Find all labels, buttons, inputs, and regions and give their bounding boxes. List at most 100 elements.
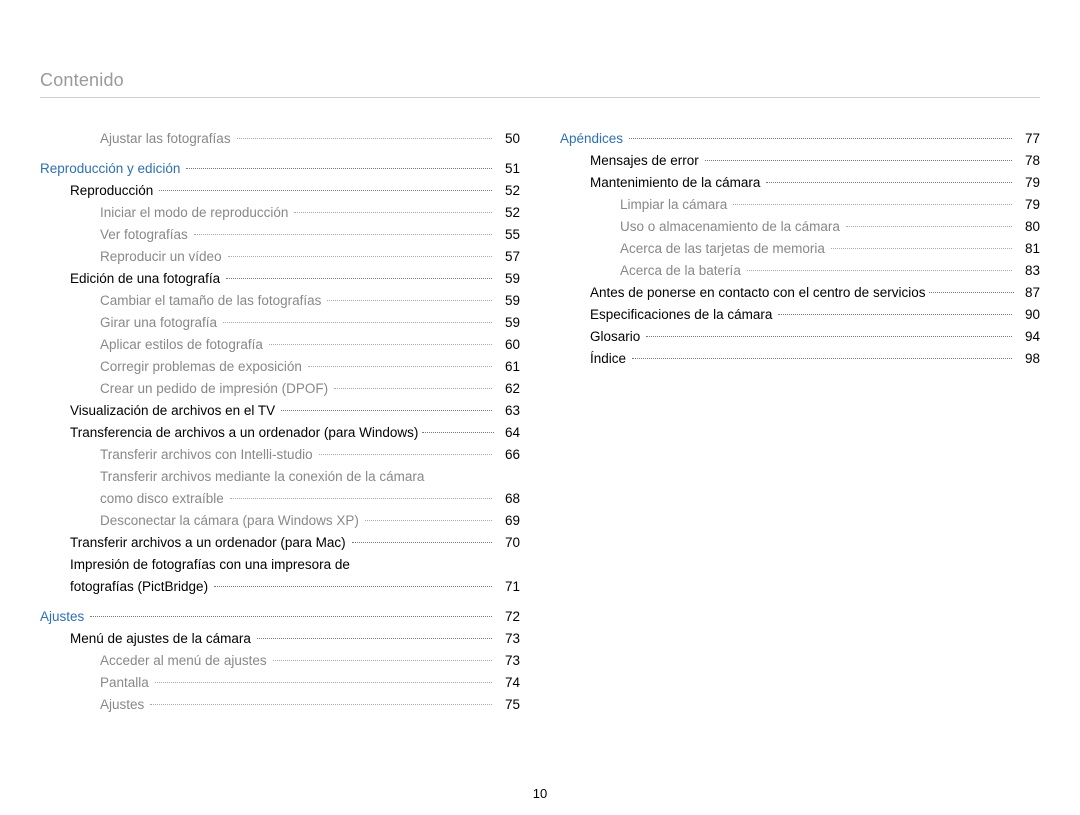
toc-label: Glosario	[590, 326, 640, 348]
toc-entry[interactable]: Aplicar estilos de fotografía 60	[40, 334, 520, 356]
toc-page-number: 87	[1018, 282, 1040, 304]
toc-page-number: 73	[498, 650, 520, 672]
toc-page-number: 70	[498, 532, 520, 554]
leader-dots	[632, 358, 1012, 359]
toc-entry[interactable]: Ajustar las fotografías50	[40, 128, 520, 150]
leader-dots	[159, 190, 492, 191]
leader-dots	[230, 498, 492, 499]
toc-entry[interactable]: Reproducción52	[40, 180, 520, 202]
toc-label: Transferir archivos con Intelli-studio	[100, 444, 313, 466]
leader-dots	[214, 586, 492, 587]
leader-dots	[929, 292, 1014, 293]
toc-page-number: 59	[498, 290, 520, 312]
toc-label: Acerca de las tarjetas de memoria	[620, 238, 825, 260]
leader-dots	[778, 314, 1012, 315]
toc-entry[interactable]: Crear un pedido de impresión (DPOF)62	[40, 378, 520, 400]
toc-section[interactable]: Ajustes 72	[40, 606, 520, 628]
toc-entry[interactable]: Transferencia de archivos a un ordenador…	[40, 422, 520, 444]
leader-dots	[257, 638, 492, 639]
toc-label: Uso o almacenamiento de la cámara	[620, 216, 840, 238]
toc-entry[interactable]: Pantalla74	[40, 672, 520, 694]
toc-entry[interactable]: Acceder al menú de ajustes73	[40, 650, 520, 672]
toc-entry[interactable]: Reproducir un vídeo57	[40, 246, 520, 268]
toc-label: Ver fotografías	[100, 224, 188, 246]
toc-entry[interactable]: Transferir archivos mediante la conexión…	[40, 466, 520, 488]
toc-entry[interactable]: Transferir archivos a un ordenador (para…	[40, 532, 520, 554]
toc-entry[interactable]: Iniciar el modo de reproducción52	[40, 202, 520, 224]
toc-entry[interactable]: Edición de una fotografía59	[40, 268, 520, 290]
toc-entry[interactable]: Mantenimiento de la cámara79	[560, 172, 1040, 194]
toc-page-number: 73	[498, 628, 520, 650]
leader-dots	[846, 226, 1012, 227]
toc-page-number: 81	[1018, 238, 1040, 260]
toc-page-number: 61	[498, 356, 520, 378]
toc-label: Ajustes	[40, 606, 84, 628]
toc-entry[interactable]: Desconectar la cámara (para Windows XP)6…	[40, 510, 520, 532]
toc-page-number: 59	[498, 312, 520, 334]
toc-entry[interactable]: como disco extraíble 68	[40, 488, 520, 510]
toc-label: Corregir problemas de exposición	[100, 356, 302, 378]
toc-page-number: 60	[498, 334, 520, 356]
leader-dots	[733, 204, 1012, 205]
leader-dots	[194, 234, 492, 235]
toc-entry[interactable]: Uso o almacenamiento de la cámara 80	[560, 216, 1040, 238]
toc-label: Menú de ajustes de la cámara	[70, 628, 251, 650]
toc-entry[interactable]: Limpiar la cámara79	[560, 194, 1040, 216]
toc-label: Reproducir un vídeo	[100, 246, 222, 268]
toc-label: Aplicar estilos de fotografía	[100, 334, 263, 356]
leader-dots	[237, 138, 492, 139]
toc-columns: Ajustar las fotografías50 Reproducción y …	[40, 128, 1040, 716]
toc-label: Antes de ponerse en contacto con el cent…	[590, 282, 925, 304]
toc-page-number: 63	[498, 400, 520, 422]
leader-dots	[273, 660, 492, 661]
leader-dots	[334, 388, 492, 389]
toc-label: Ajustes	[100, 694, 144, 716]
toc-entry[interactable]: Cambiar el tamaño de las fotografías59	[40, 290, 520, 312]
toc-label: Acerca de la batería	[620, 260, 741, 282]
toc-label: Mantenimiento de la cámara	[590, 172, 760, 194]
toc-entry[interactable]: Impresión de fotografías con una impreso…	[40, 554, 520, 576]
toc-label: Girar una fotografía	[100, 312, 217, 334]
toc-page-number: 80	[1018, 216, 1040, 238]
toc-page-number: 72	[498, 606, 520, 628]
toc-page-number: 78	[1018, 150, 1040, 172]
toc-label: Transferir archivos a un ordenador (para…	[70, 532, 346, 554]
toc-entry[interactable]: Especificaciones de la cámara90	[560, 304, 1040, 326]
toc-entry[interactable]: Corregir problemas de exposición 61	[40, 356, 520, 378]
toc-page-number: 90	[1018, 304, 1040, 326]
toc-page-number: 66	[498, 444, 520, 466]
toc-entry[interactable]: Glosario94	[560, 326, 1040, 348]
spacer	[40, 598, 520, 606]
toc-entry[interactable]: Visualización de archivos en el TV63	[40, 400, 520, 422]
toc-label: como disco extraíble	[100, 488, 224, 510]
toc-column: Ajustar las fotografías50 Reproducción y …	[40, 128, 520, 716]
toc-page-number: 98	[1018, 348, 1040, 370]
toc-page-number: 71	[498, 576, 520, 598]
toc-page-number: 79	[1018, 194, 1040, 216]
toc-entry[interactable]: Acerca de la batería83	[560, 260, 1040, 282]
toc-entry[interactable]: Antes de ponerse en contacto con el cent…	[560, 282, 1040, 304]
toc-section[interactable]: Apéndices77	[560, 128, 1040, 150]
toc-page-number: 68	[498, 488, 520, 510]
toc-entry[interactable]: Índice98	[560, 348, 1040, 370]
toc-section[interactable]: Reproducción y edición51	[40, 158, 520, 180]
toc-label: Transferir archivos mediante la conexión…	[100, 466, 424, 488]
toc-entry[interactable]: Ajustes 75	[40, 694, 520, 716]
toc-entry[interactable]: Menú de ajustes de la cámara 73	[40, 628, 520, 650]
toc-entry[interactable]: Girar una fotografía 59	[40, 312, 520, 334]
leader-dots	[155, 682, 492, 683]
toc-page: Contenido Ajustar las fotografías50Repro…	[0, 0, 1080, 815]
toc-entry[interactable]: Ver fotografías55	[40, 224, 520, 246]
leader-dots	[269, 344, 492, 345]
toc-entry[interactable]: Transferir archivos con Intelli-studio 66	[40, 444, 520, 466]
toc-page-number: 52	[498, 180, 520, 202]
toc-page-number: 75	[498, 694, 520, 716]
toc-page-number: 64	[498, 422, 520, 444]
toc-entry[interactable]: Acerca de las tarjetas de memoria 81	[560, 238, 1040, 260]
toc-page-number: 52	[498, 202, 520, 224]
toc-label: Mensajes de error	[590, 150, 699, 172]
leader-dots	[319, 454, 492, 455]
toc-entry[interactable]: fotografías (PictBridge)71	[40, 576, 520, 598]
spacer	[40, 150, 520, 158]
toc-entry[interactable]: Mensajes de error 78	[560, 150, 1040, 172]
